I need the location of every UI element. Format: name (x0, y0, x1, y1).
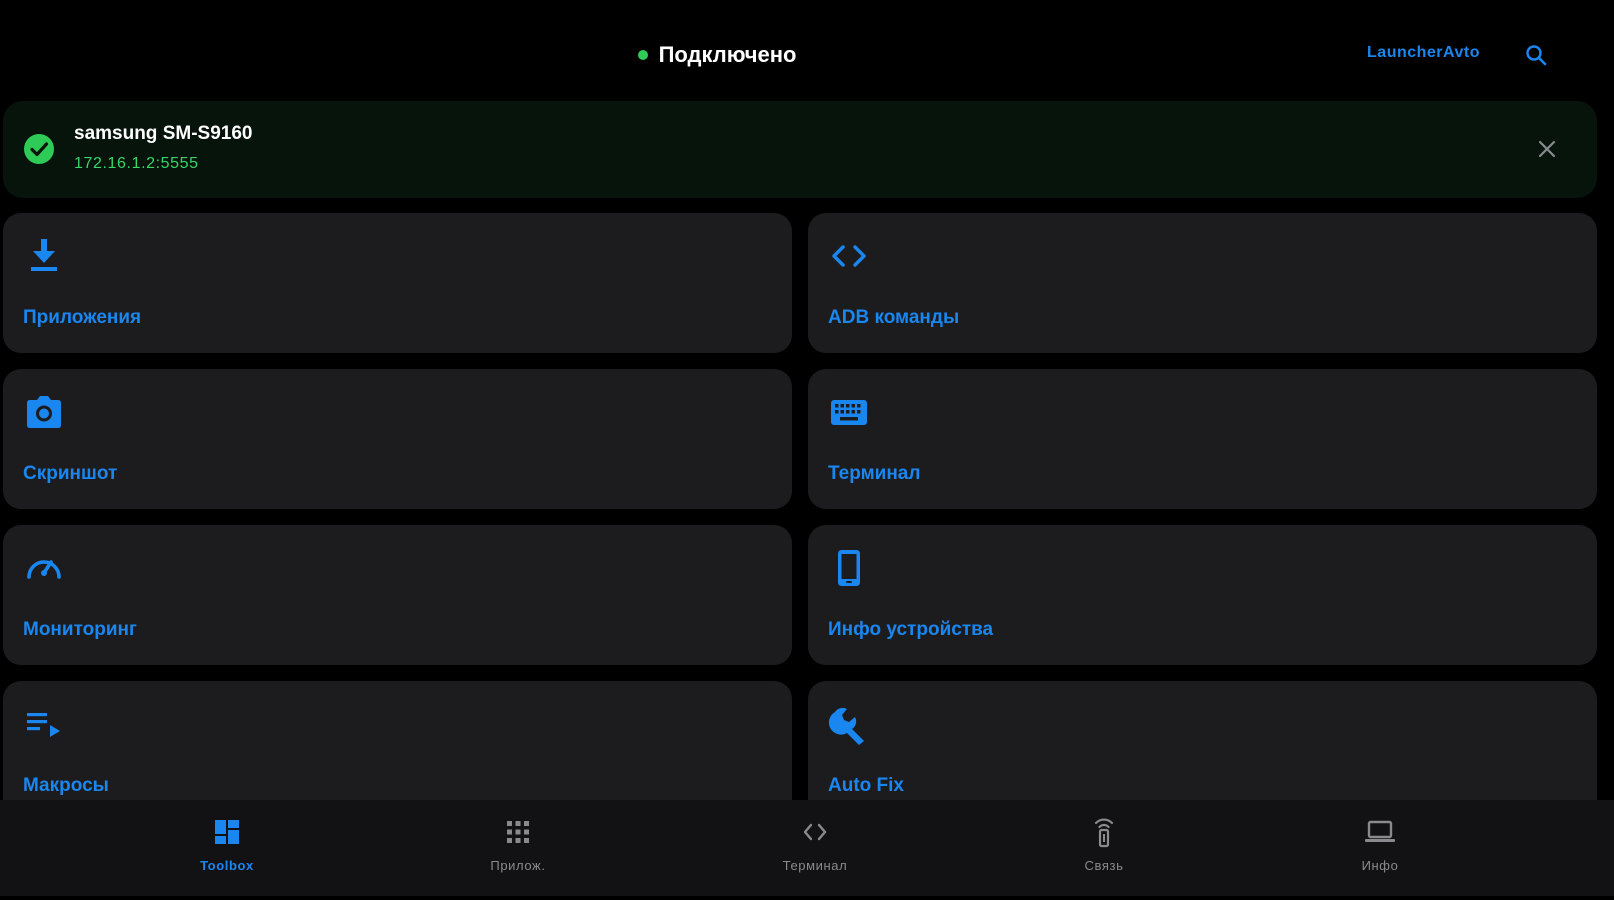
check-circle-icon (24, 134, 54, 164)
tile-label: Auto Fix (828, 775, 904, 796)
wrench-icon (828, 707, 864, 745)
toolbox-grid: Приложения ADB команды Скриншот Терминал… (3, 213, 1597, 800)
dashboard-icon (215, 820, 239, 844)
nav-item-info[interactable]: Инфо (1310, 800, 1450, 896)
keyboard-icon (831, 400, 867, 425)
connected-device-card: samsung SM-S9160 172.16.1.2:5555 (3, 101, 1597, 198)
search-icon (1526, 45, 1547, 66)
bottom-navigation: Toolbox Прилож. Терминал Связь Инфо (0, 800, 1614, 896)
tile-label: ADB команды (828, 307, 960, 328)
status-text: Подключено (658, 42, 797, 67)
tile-label: Инфо устройства (828, 619, 994, 640)
tile-device-info[interactable]: Инфо устройства (808, 525, 1597, 665)
tile-label: Терминал (828, 463, 921, 484)
code-icon (832, 245, 866, 267)
antenna-icon (1094, 818, 1114, 848)
camera-icon (27, 396, 61, 428)
device-name: samsung SM-S9160 (74, 123, 253, 144)
launcher-avto-link[interactable]: LauncherAvto (1367, 44, 1480, 62)
nav-label: Прилож. (490, 858, 546, 873)
code-icon (803, 823, 827, 841)
top-app-bar: Подключено LauncherAvto (0, 0, 1614, 100)
nav-label: Инфо (1361, 858, 1399, 873)
tile-adb-commands[interactable]: ADB команды (808, 213, 1597, 353)
apps-grid-icon (507, 821, 529, 843)
disconnect-button[interactable] (1533, 135, 1561, 163)
nav-item-connection[interactable]: Связь (1034, 800, 1174, 896)
tile-terminal[interactable]: Терминал (808, 369, 1597, 509)
device-address: 172.16.1.2:5555 (74, 155, 199, 172)
tile-label: Скриншот (23, 463, 118, 484)
close-icon (1538, 140, 1556, 158)
tile-label: Макросы (23, 775, 109, 796)
laptop-icon (1365, 820, 1395, 842)
tile-label: Мониторинг (23, 619, 137, 640)
tile-apps[interactable]: Приложения (3, 213, 792, 353)
nav-item-toolbox[interactable]: Toolbox (157, 800, 297, 896)
nav-item-terminal[interactable]: Терминал (745, 800, 885, 896)
playlist-play-icon (27, 713, 60, 737)
status-dot (637, 50, 648, 60)
phone-icon (838, 550, 860, 586)
nav-label: Терминал (782, 858, 848, 873)
tile-label: Приложения (23, 307, 142, 328)
nav-item-apps[interactable]: Прилож. (448, 800, 588, 896)
speedometer-icon (27, 560, 61, 579)
download-icon (31, 239, 57, 271)
nav-label: Связь (1084, 858, 1124, 873)
tile-screenshot[interactable]: Скриншот (3, 369, 792, 509)
search-button[interactable] (1522, 41, 1550, 69)
nav-label: Toolbox (200, 858, 254, 873)
tile-macros[interactable]: Макросы (3, 681, 792, 800)
tile-auto-fix[interactable]: Auto Fix (808, 681, 1597, 800)
tile-monitoring[interactable]: Мониторинг (3, 525, 792, 665)
